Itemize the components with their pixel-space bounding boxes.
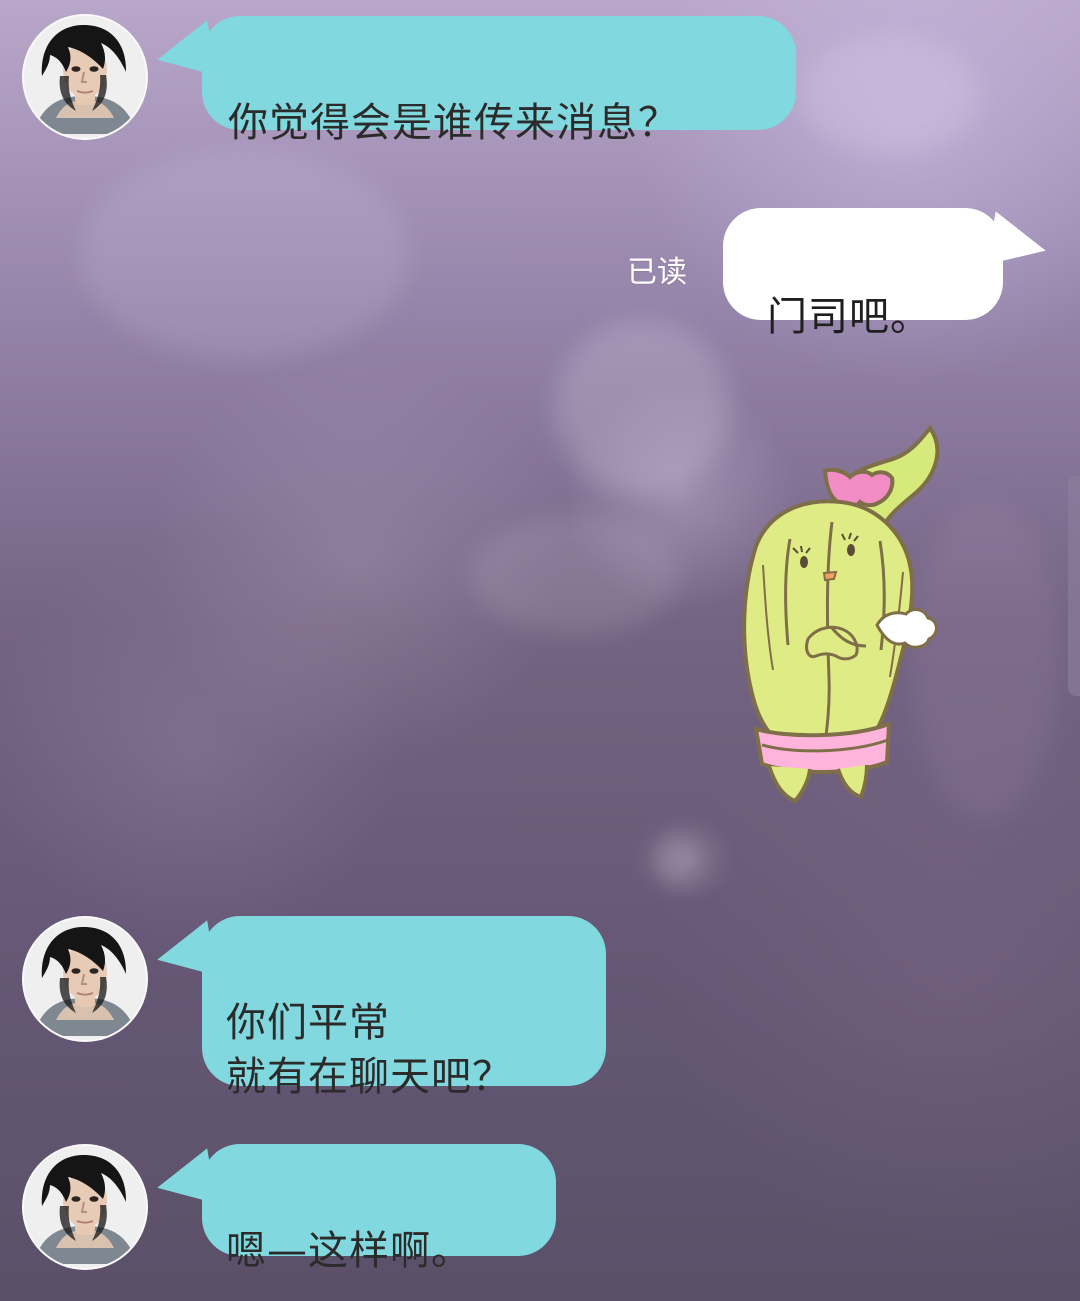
message-bubble[interactable]: 嗯—这样啊。 [202, 1144, 556, 1274]
background-bokeh [555, 320, 730, 495]
message-text: 嗯—这样啊。 [226, 1228, 472, 1274]
read-status: 已读 [627, 255, 687, 290]
incoming-message-3: 嗯—这样啊。 [0, 1140, 1080, 1280]
scrollbar-thumb[interactable] [1068, 476, 1080, 696]
message-text: 你们平常 就有在聊天吧？ [226, 1000, 513, 1100]
outgoing-message-1: 已读 门司吧。 [0, 0, 1080, 340]
message-text: 门司吧。 [767, 294, 931, 340]
person-avatar-icon [24, 1146, 146, 1268]
incoming-message-2: 你们平常 就有在聊天吧？ [0, 910, 1080, 1100]
cactus-sticker-icon [742, 424, 940, 804]
background-bokeh [650, 835, 700, 885]
avatar[interactable] [22, 1144, 148, 1270]
background-bokeh [470, 515, 680, 635]
message-bubble[interactable]: 门司吧。 [723, 208, 1003, 340]
cactus-sticker[interactable] [706, 420, 954, 810]
avatar[interactable] [22, 916, 148, 1042]
message-bubble[interactable]: 你们平常 就有在聊天吧？ [202, 916, 606, 1100]
person-avatar-icon [24, 918, 146, 1040]
